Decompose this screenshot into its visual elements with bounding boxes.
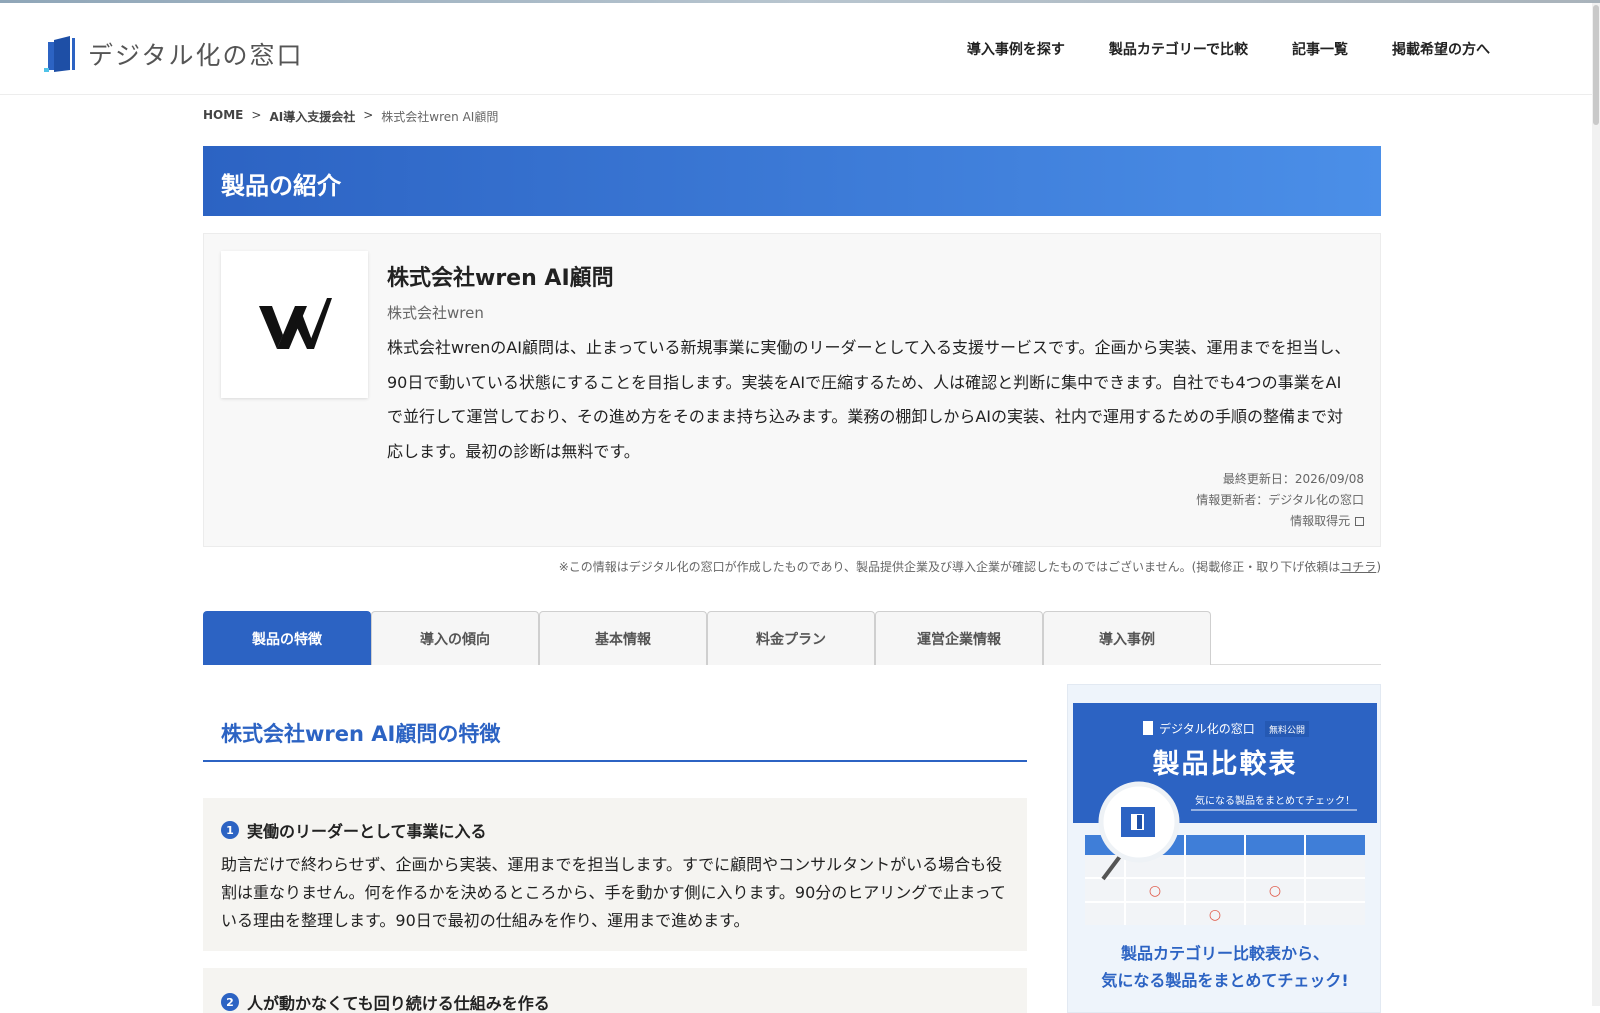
main-nav: 導入事例を探す 製品カテゴリーで比較 記事一覧 掲載希望の方へ <box>967 39 1490 59</box>
breadcrumb-category[interactable]: AI導入支援会社 <box>269 108 355 125</box>
feature-heading: 2 人が動かなくても回り続ける仕組みを作る <box>221 990 550 1013</box>
product-name: 株式会社wren AI顧問 <box>387 266 614 291</box>
nav-case-studies[interactable]: 導入事例を探す <box>967 39 1065 59</box>
ad-promo-line: 気になる製品をまとめてチェック! <box>1101 971 1349 990</box>
section-banner: 製品の紹介 <box>203 146 1381 216</box>
mark-circle: ○ <box>1209 907 1221 923</box>
disclaimer-link[interactable]: コチラ <box>1340 560 1376 574</box>
ad-ribbon: 気になる製品をまとめてチェック！ <box>1195 794 1355 807</box>
tab-adoption-trends[interactable]: 導入の傾向 <box>371 611 539 665</box>
breadcrumb-separator: > <box>363 108 374 122</box>
feature-title: 人が動かなくても回り続ける仕組みを作る <box>247 994 550 1013</box>
info-updater: 情報更新者：デジタル化の窓口 <box>1196 493 1364 507</box>
disclaimer: ※この情報はデジタル化の窓口が作成したものであり、製品提供企業及び導入企業が確認… <box>559 558 1381 575</box>
source-link[interactable]: 情報取得元 <box>1196 511 1364 532</box>
breadcrumb: HOME > AI導入支援会社 > 株式会社wren AI顧問 <box>203 108 498 125</box>
product-description: 株式会社wrenのAI顧問は、止まっている新規事業に実働のリーダーとして入る支援… <box>387 338 1351 461</box>
product-logo <box>221 251 368 398</box>
ad-brand: デジタル化の窓口 <box>1159 721 1255 736</box>
mark-circle: ○ <box>1149 883 1161 899</box>
product-card: 株式会社wren AI顧問 株式会社wren 株式会社wrenのAI顧問は、止ま… <box>203 233 1381 547</box>
nav-for-advertisers[interactable]: 掲載希望の方へ <box>1392 39 1490 59</box>
product-meta: 最終更新日：2026/09/08 情報更新者：デジタル化の窓口 情報取得元 <box>1196 469 1364 532</box>
product-tabs: 製品の特徴 導入の傾向 基本情報 料金プラン 運営企業情報 導入事例 <box>203 611 1381 665</box>
disclaimer-text: ※この情報はデジタル化の窓口が作成したものであり、製品提供企業及び導入企業が確認… <box>558 560 1341 574</box>
page-scrollbar[interactable] <box>1592 3 1600 1006</box>
feature-item: 1 実働のリーダーとして事業に入る 助言だけで終わらせず、企画から実装、運用まで… <box>203 798 1027 951</box>
tab-pricing[interactable]: 料金プラン <box>707 611 875 665</box>
ad-promo-text: 製品カテゴリー比較表から、 気になる製品をまとめてチェック! <box>1068 940 1382 994</box>
comparison-table-ad[interactable]: デジタル化の窓口 無料公開 製品比較表 気になる製品をまとめてチェック！ ○ ○… <box>1067 684 1381 1013</box>
external-link-icon <box>1355 517 1364 526</box>
ad-title: 製品比較表 <box>1153 748 1298 780</box>
features-title: 株式会社wren AI顧問の特徴 <box>221 722 501 746</box>
ad-promo-line: 製品カテゴリー比較表から、 <box>1120 944 1329 963</box>
wren-logo-icon <box>259 298 332 349</box>
number-badge-icon: 2 <box>221 993 239 1011</box>
breadcrumb-current: 株式会社wren AI顧問 <box>381 110 499 124</box>
nav-category-compare[interactable]: 製品カテゴリーで比較 <box>1109 39 1248 59</box>
breadcrumb-separator: > <box>251 108 262 122</box>
feature-body: 助言だけで終わらせず、企画から実装、運用までを担当します。すでに顧問やコンサルタ… <box>221 855 1006 930</box>
logo-icon <box>44 36 78 72</box>
ad-badge: 無料公開 <box>1269 724 1305 736</box>
banner-title: 製品の紹介 <box>221 172 341 200</box>
feature-heading: 1 実働のリーダーとして事業に入る <box>221 818 487 842</box>
site-logo[interactable]: デジタル化の窓口 <box>44 36 304 72</box>
last-updated: 最終更新日：2026/09/08 <box>1222 472 1364 486</box>
disclaimer-suffix: ) <box>1376 560 1381 574</box>
tab-company-info[interactable]: 運営企業情報 <box>875 611 1043 665</box>
breadcrumb-home[interactable]: HOME <box>203 108 243 125</box>
product-company: 株式会社wren <box>387 304 484 322</box>
number-badge-icon: 1 <box>221 821 239 839</box>
feature-title: 実働のリーダーとして事業に入る <box>247 822 487 841</box>
features-title-rule <box>203 760 1027 762</box>
tab-basic-info[interactable]: 基本情報 <box>539 611 707 665</box>
ad-visual: デジタル化の窓口 無料公開 製品比較表 気になる製品をまとめてチェック！ ○ ○… <box>1073 703 1377 937</box>
source-link-label: 情報取得元 <box>1290 514 1351 528</box>
mark-circle: ○ <box>1269 883 1281 899</box>
nav-articles[interactable]: 記事一覧 <box>1292 39 1348 59</box>
site-header: デジタル化の窓口 導入事例を探す 製品カテゴリーで比較 記事一覧 掲載希望の方へ <box>0 3 1592 95</box>
feature-item: 2 人が動かなくても回り続ける仕組みを作る <box>203 968 1027 1013</box>
tab-features[interactable]: 製品の特徴 <box>203 611 371 665</box>
scrollbar-thumb[interactable] <box>1593 5 1599 125</box>
tab-case-studies[interactable]: 導入事例 <box>1043 611 1211 665</box>
logo-text: デジタル化の窓口 <box>88 41 304 70</box>
